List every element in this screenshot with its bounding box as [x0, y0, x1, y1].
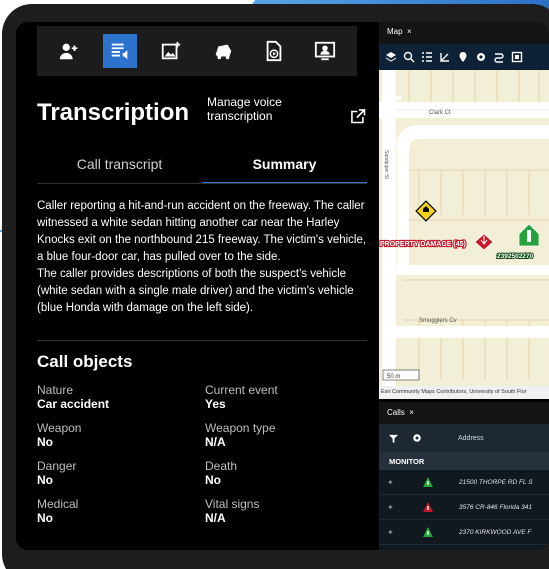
pin-icon[interactable]: ✦ — [387, 503, 417, 512]
calls-panel: Calls × Address MONITOR ✦ 21500 THORPE R… — [379, 402, 549, 550]
unit-id-label: 2392502270 — [497, 253, 534, 260]
call-address: 3576 CR-846 Florida 341 — [459, 503, 532, 511]
call-objects-grid: Nature Car accident Current event Yes We… — [37, 383, 367, 526]
map-toolbar — [379, 44, 549, 70]
table-row[interactable]: ✦ 21500 THORPE RD FL S — [379, 470, 549, 495]
green-status-icon — [423, 527, 433, 537]
map-tab-text: Map × — [387, 27, 412, 36]
transcription-header: Transcription Manage voice transcription — [37, 95, 367, 127]
add-image-button[interactable] — [154, 34, 188, 68]
transcription-panel: Transcription Manage voice transcription… — [16, 22, 376, 550]
call-object-label: Danger — [37, 459, 77, 473]
calls-tab-close[interactable]: × — [409, 408, 414, 417]
monitor-group-header[interactable]: MONITOR — [379, 452, 549, 470]
call-object-label: Medical — [37, 497, 79, 511]
call-object-label: Nature — [37, 383, 74, 397]
person-screen-button[interactable] — [308, 34, 342, 68]
call-object-label: Vital signs — [205, 497, 260, 511]
gear-icon[interactable] — [475, 51, 487, 63]
section-divider — [37, 340, 367, 341]
tablet-frame: Transcription Manage voice transcription… — [2, 4, 549, 569]
measure-icon[interactable] — [439, 51, 451, 63]
street-label-sandpiper: Sandpiper St — [383, 150, 389, 180]
panel-toolbar — [37, 26, 357, 76]
panel-title: Transcription — [37, 99, 190, 126]
call-address: 21500 THORPE RD FL S — [459, 478, 533, 486]
call-object-value: N/A — [205, 435, 226, 449]
transcription-button[interactable] — [102, 34, 137, 68]
street-label-smugglers: Smugglers Cv — [419, 318, 457, 324]
table-row[interactable]: ✦ 2370 KIRKWOOD AVE F — [379, 520, 549, 545]
search-icon[interactable] — [403, 51, 415, 63]
map-tab-label: Map — [387, 27, 403, 36]
transcript-tabs: Call transcript Summary — [37, 150, 367, 184]
pin-icon[interactable]: ✦ — [387, 528, 417, 537]
call-object-value: Yes — [205, 397, 226, 411]
layers-icon[interactable] — [385, 51, 397, 63]
scale-bar-label: 50 m — [387, 374, 400, 380]
call-object-label: Weapon type — [205, 421, 276, 435]
call-object-value: No — [37, 435, 53, 449]
call-object-value: No — [37, 473, 53, 487]
vehicle-icon — [215, 44, 231, 60]
call-objects-title: Call objects — [37, 352, 133, 371]
person-screen-icon — [315, 41, 336, 61]
add-person-icon — [59, 43, 77, 60]
call-object-value: No — [37, 511, 53, 525]
call-object-medical: Medical No — [37, 497, 205, 526]
map-tab-close[interactable]: × — [407, 27, 412, 36]
map-attribution: Esri Community Maps Contributors, Univer… — [379, 386, 549, 399]
add-image-icon — [162, 41, 181, 60]
call-object-nature: Nature Car accident — [37, 383, 205, 412]
add-person-button[interactable] — [52, 34, 86, 68]
tablet-screen: Transcription Manage voice transcription… — [16, 22, 549, 550]
transcription-icon — [111, 43, 128, 60]
list-icon[interactable] — [421, 51, 433, 63]
call-object-current-event: Current event Yes — [205, 383, 367, 412]
tabs-underline — [37, 183, 367, 184]
call-object-value: Car accident — [37, 397, 110, 411]
map-canvas: Clark Ct Sandpiper St Smugglers Cv PROPE… — [379, 70, 549, 386]
call-object-label: Current event — [205, 383, 278, 397]
calls-table-header: Address — [379, 424, 549, 452]
street-label-clark: Clark Ct — [429, 110, 451, 116]
call-object-value: No — [205, 473, 221, 487]
call-object-weapon: Weapon No — [37, 421, 205, 450]
call-object-value: N/A — [205, 511, 226, 525]
filter-icon[interactable] — [389, 434, 398, 443]
summary-paragraph-2: The caller provides descriptions of both… — [37, 268, 354, 314]
location-pin-icon[interactable] — [457, 51, 469, 63]
incident-label: PROPERTY DAMAGE (45) — [380, 241, 466, 248]
map-view[interactable]: Clark Ct Sandpiper St Smugglers Cv PROPE… — [379, 70, 549, 386]
call-object-danger: Danger No — [37, 459, 205, 488]
call-object-label: Weapon — [37, 421, 82, 435]
video-file-icon — [266, 40, 282, 62]
vehicle-button[interactable] — [206, 34, 240, 68]
address-column-header[interactable]: Address — [458, 435, 484, 442]
red-status-icon — [423, 502, 433, 512]
calls-tab-text: Calls × — [387, 408, 414, 417]
calls-tab[interactable]: Calls × — [379, 402, 549, 424]
frame-icon[interactable] — [511, 51, 523, 63]
map-panel: Map × Clark Ct Sandpiper St Smugglers Cv… — [379, 22, 549, 399]
summary-text: Caller reporting a hit-and-run accident … — [37, 198, 367, 317]
summary-paragraph-1: Caller reporting a hit-and-run accident … — [37, 200, 367, 263]
table-row[interactable]: ✦ 3576 CR-846 Florida 341 — [379, 495, 549, 520]
green-status-icon — [423, 477, 433, 487]
calls-tab-label: Calls — [387, 408, 405, 417]
pin-icon[interactable]: ✦ — [387, 478, 417, 487]
call-address: 2370 KIRKWOOD AVE F — [459, 528, 532, 536]
video-file-button[interactable] — [257, 34, 291, 68]
manage-voice-link[interactable]: Manage voice transcription — [207, 95, 342, 123]
tab-call-transcript[interactable]: Call transcript — [37, 150, 202, 184]
map-tab[interactable]: Map × — [379, 22, 549, 44]
call-object-death: Death No — [205, 459, 367, 488]
call-object-vital-signs: Vital signs N/A — [205, 497, 367, 526]
tab-summary[interactable]: Summary — [202, 150, 367, 184]
gear-icon[interactable] — [412, 433, 422, 443]
external-link-icon[interactable] — [348, 107, 367, 127]
call-object-label: Death — [205, 459, 238, 473]
call-object-weapon-type: Weapon type N/A — [205, 421, 367, 450]
route-icon[interactable] — [493, 51, 505, 63]
